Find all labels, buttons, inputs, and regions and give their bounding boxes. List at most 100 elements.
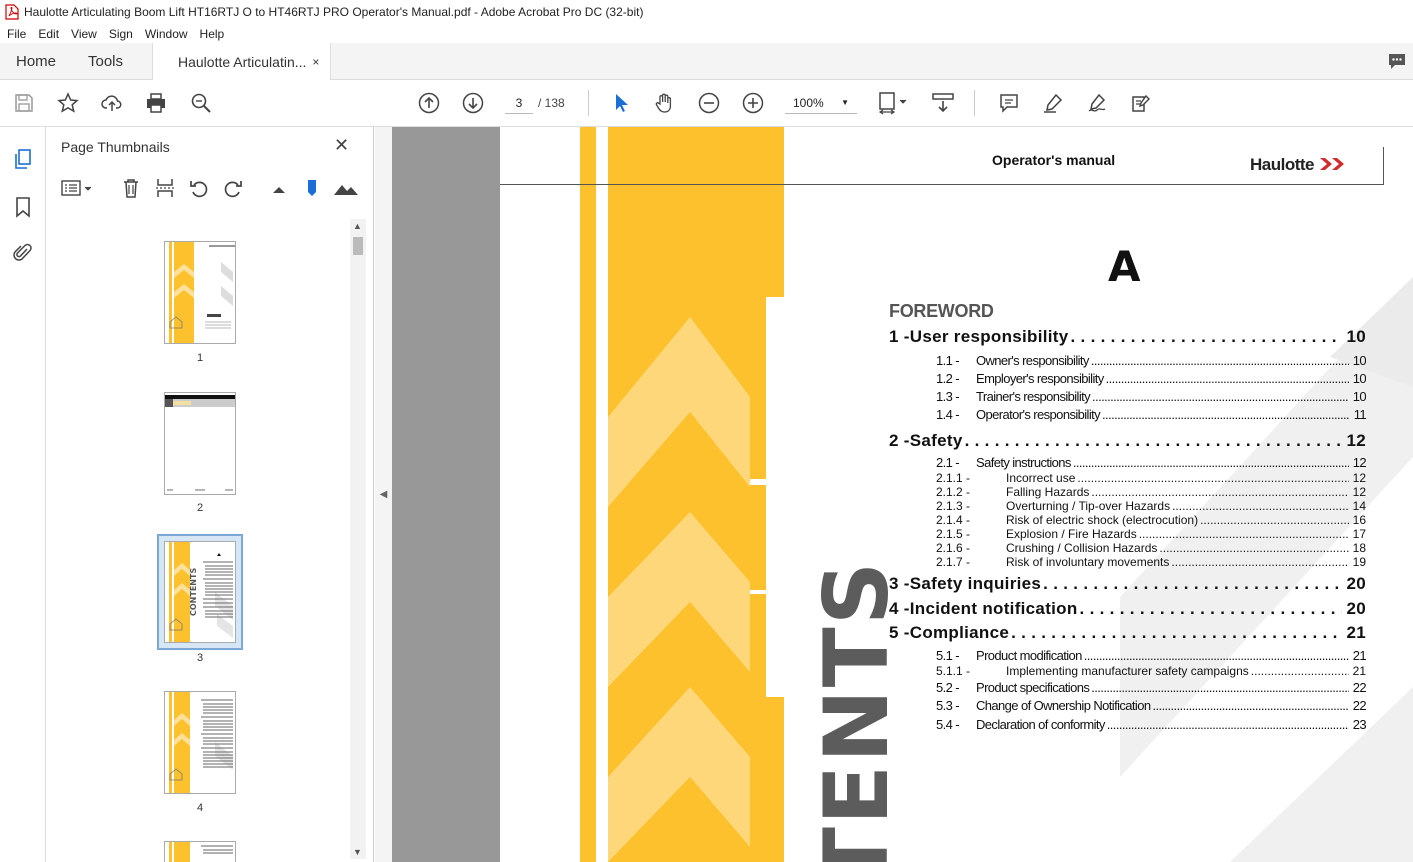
collapse-arrow-icon[interactable]: ◀ <box>380 489 388 500</box>
menu-window[interactable]: Window <box>138 27 193 41</box>
toc-entry[interactable]: 5.3 - Change of Ownership Notification 22 <box>936 698 1366 713</box>
highlight-pen-icon[interactable] <box>1041 91 1065 115</box>
page-thumbnail-3[interactable]: CONTENTS <box>164 541 236 643</box>
select-cursor-icon[interactable] <box>609 91 633 115</box>
thumbnails-scrollbar[interactable]: ▲ ▼ <box>350 219 366 859</box>
toc-entry[interactable]: 4 - Incident notification 20 <box>889 599 1366 619</box>
scroll-mode-icon[interactable] <box>931 91 955 115</box>
menu-file[interactable]: File <box>0 27 31 41</box>
toc-dot-leader <box>1172 499 1349 513</box>
toc-entry-title: Incident notification <box>909 599 1078 618</box>
page-thumbnail-1[interactable] <box>164 241 236 344</box>
toc-entry-title: Overturning / Tip-over Hazards <box>1006 499 1171 513</box>
toc-entry[interactable]: 5 - Compliance 21 <box>889 623 1366 643</box>
toc-entry[interactable]: 1 - User responsibility 10 <box>889 327 1366 347</box>
toc-entry[interactable]: 2.1.1 - Incorrect use 12 <box>936 471 1366 485</box>
tab-document-label: Haulotte Articulatin... <box>178 53 307 70</box>
attachments-paperclip-icon[interactable] <box>11 241 35 265</box>
page-thumbnails-icon[interactable] <box>11 147 35 171</box>
toc-entry-page: 12 <box>1346 431 1366 450</box>
toc-entry[interactable]: 5.2 - Product specifications 22 <box>936 680 1366 695</box>
larger-thumbnails-icon[interactable] <box>333 177 359 199</box>
toc-entry[interactable]: 1.3 - Trainer's responsibility 10 <box>936 389 1366 404</box>
toc-entry[interactable]: 2.1 - Safety instructions 12 <box>936 455 1366 470</box>
menu-sign[interactable]: Sign <box>102 27 138 41</box>
smaller-thumbnails-icon[interactable] <box>268 177 290 199</box>
tab-document[interactable]: Haulotte Articulatin... × <box>152 43 331 80</box>
toc-entry[interactable]: 5.1 - Product modification 21 <box>936 648 1366 663</box>
contents-continued-thumbnail-image <box>165 692 235 793</box>
thumbnail-size-slider-icon[interactable] <box>301 177 323 199</box>
zoom-out-icon[interactable] <box>697 91 721 115</box>
tab-home[interactable]: Home <box>16 53 56 70</box>
previous-page-icon[interactable] <box>417 91 441 115</box>
tab-close-button[interactable]: × <box>312 55 319 69</box>
toc-entry-page: 21 <box>1352 664 1366 678</box>
toc-dot-leader <box>1077 471 1348 485</box>
toc-entry[interactable]: 5.4 - Declaration of conformity 23 <box>936 717 1366 732</box>
delete-trash-icon[interactable] <box>120 177 142 199</box>
find-zoom-icon[interactable] <box>189 91 213 115</box>
menu-edit[interactable]: Edit <box>31 27 64 41</box>
toc-entry-title: User responsibility <box>909 327 1069 346</box>
toc-entry-number: 5 - <box>889 623 910 642</box>
page-number-input[interactable]: 3 <box>505 92 533 114</box>
scroll-up-arrow-icon[interactable]: ▲ <box>353 221 362 231</box>
rotate-counterclockwise-icon[interactable] <box>188 177 210 199</box>
comment-chat-icon[interactable] <box>1387 51 1407 76</box>
menu-view[interactable]: View <box>64 27 102 41</box>
fill-sign-icon[interactable] <box>1129 91 1153 115</box>
toc-entry[interactable]: 2.1.3 - Overturning / Tip-over Hazards 14 <box>936 499 1366 513</box>
toc-dot-leader <box>1152 698 1348 713</box>
document-view[interactable]: Operator's manual Haulotte A TENTS FOREW… <box>392 127 1413 862</box>
print-icon[interactable] <box>144 91 168 115</box>
toc-entry-page: 12 <box>1352 485 1366 499</box>
toc-entry-number: 1 - <box>889 327 910 346</box>
panel-collapse-handle[interactable]: ◀ <box>375 127 392 862</box>
toc-entry[interactable]: 2.1.4 - Risk of electric shock (electrocu… <box>936 513 1366 527</box>
toolbar-divider <box>974 90 975 116</box>
thumbnail-label: 3 <box>196 652 204 664</box>
toc-entry-page: 23 <box>1352 717 1366 732</box>
toc-entry[interactable]: 2.1.6 - Crushing / Collision Hazards 18 <box>936 541 1366 555</box>
thumbnail-options-icon[interactable] <box>60 177 96 199</box>
page-thumbnails-panel: Page Thumbnails ✕ 1 2 CONTENTS 3 4 ▲ ▼ <box>46 127 374 862</box>
toc-entry[interactable]: 5.1.1 - Implementing manufacturer safety … <box>936 664 1366 678</box>
menu-help[interactable]: Help <box>193 27 230 41</box>
panel-close-button[interactable]: ✕ <box>334 135 349 156</box>
draw-sign-icon[interactable] <box>1085 91 1109 115</box>
page-thumbnail-5-partial[interactable] <box>164 841 236 862</box>
tab-tools[interactable]: Tools <box>88 53 123 70</box>
zoom-level-dropdown[interactable]: 100% ▼ <box>785 92 857 114</box>
scroll-down-arrow-icon[interactable]: ▼ <box>353 847 362 857</box>
scrollbar-thumb[interactable] <box>353 237 363 255</box>
toc-entry[interactable]: 1.4 - Operator's responsibility 11 <box>936 407 1366 422</box>
fit-page-icon[interactable] <box>876 91 912 115</box>
next-page-icon[interactable] <box>461 91 485 115</box>
toc-dot-leader <box>1171 555 1348 569</box>
comment-icon[interactable] <box>997 91 1021 115</box>
rotate-clockwise-icon[interactable] <box>222 177 244 199</box>
toc-entry-page: 19 <box>1352 555 1366 569</box>
upload-share-icon[interactable] <box>100 91 124 115</box>
toc-entry-page: 17 <box>1352 527 1366 541</box>
hand-tool-icon[interactable] <box>653 91 677 115</box>
toc-entry[interactable]: 2 - Safety 12 <box>889 431 1366 451</box>
bookmarks-icon[interactable] <box>11 195 35 219</box>
zoom-in-icon[interactable] <box>741 91 765 115</box>
toc-entry[interactable]: 1.1 - Owner's responsibility 10 <box>936 353 1366 368</box>
page-thumbnail-2[interactable] <box>164 392 236 495</box>
toc-entry[interactable]: 3 - Safety inquiries 20 <box>889 574 1366 594</box>
page-thumbnail-4[interactable] <box>164 691 236 794</box>
toc-entry-title: Safety <box>909 431 963 450</box>
toc-entry-number: 2.1.3 - <box>936 499 971 513</box>
toc-entry[interactable]: 1.2 - Employer's responsibility 10 <box>936 371 1366 386</box>
toc-entry-title: Falling Hazards <box>1006 485 1090 499</box>
bookmark-star-icon[interactable] <box>56 91 80 115</box>
toc-entry[interactable]: 2.1.5 - Explosion / Fire Hazards 17 <box>936 527 1366 541</box>
extract-pages-icon[interactable] <box>154 177 176 199</box>
save-icon[interactable] <box>12 91 36 115</box>
toc-dot-leader <box>1139 527 1349 541</box>
toc-entry[interactable]: 2.1.2 - Falling Hazards 12 <box>936 485 1366 499</box>
toc-entry[interactable]: 2.1.7 - Risk of involuntary movements 19 <box>936 555 1366 569</box>
